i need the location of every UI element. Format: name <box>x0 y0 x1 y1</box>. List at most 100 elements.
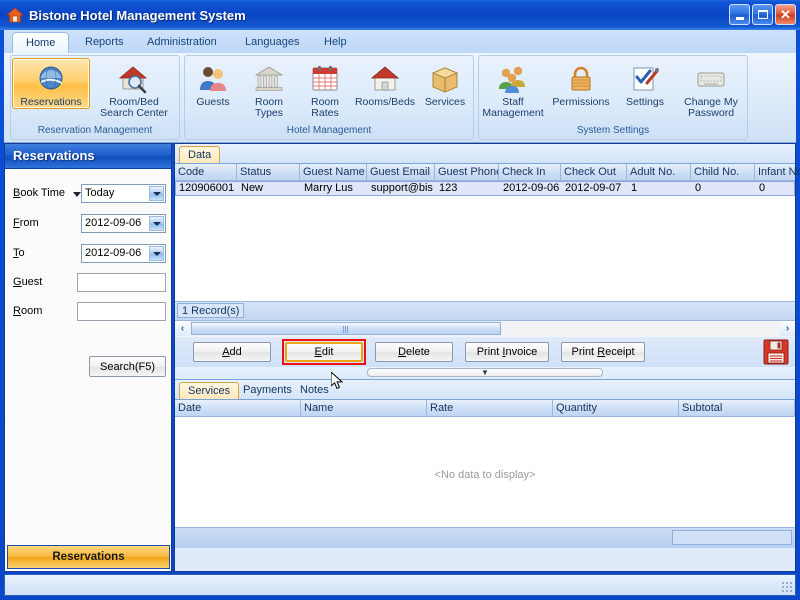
ribbon-group-system-settings: Staff Management Permissions <box>478 55 748 140</box>
ribbon-item-room-types[interactable]: Room Types <box>242 58 296 120</box>
record-count-badge: 1 Record(s) <box>177 303 244 318</box>
edit-button[interactable]: Edit <box>285 342 363 362</box>
ribbon-item-label: Room Types <box>255 97 283 119</box>
ribbon-item-label: Reservations <box>20 97 81 108</box>
table-cell[interactable]: Marry Lus <box>301 182 368 195</box>
panel-splitter[interactable]: ▼ <box>175 367 795 379</box>
resize-grip-icon[interactable] <box>781 581 793 593</box>
chevron-down-icon[interactable] <box>149 216 164 231</box>
table-cell[interactable]: 0 <box>756 182 800 195</box>
ribbon-toolbar: Reservations Room/Bed Search Center Rese… <box>4 53 796 143</box>
menu-tab-home[interactable]: Home <box>12 32 69 54</box>
ribbon-item-label: Room Rates <box>311 97 339 119</box>
table-cell[interactable]: 1 <box>628 182 692 195</box>
reservations-search-panel: Reservations Book Time Today From 2012-0… <box>4 143 172 572</box>
close-button[interactable]: ✕ <box>775 4 796 25</box>
ribbon-item-reservations[interactable]: Reservations <box>12 58 90 109</box>
floppy-save-icon[interactable] <box>763 339 789 368</box>
splitter-collapse-handle[interactable]: ▼ <box>367 368 603 377</box>
column-header[interactable]: Check Out <box>561 164 627 180</box>
details-summary-box <box>672 530 792 545</box>
table-cell[interactable]: New <box>238 182 301 195</box>
sidebar-footer-reservations[interactable]: Reservations <box>7 545 170 569</box>
no-data-message: <No data to display> <box>175 417 795 481</box>
column-header[interactable]: Date <box>175 400 301 416</box>
guests-icon <box>197 63 229 95</box>
ribbon-item-rooms-beds[interactable]: Rooms/Beds <box>354 58 416 109</box>
minimize-button[interactable] <box>729 4 750 25</box>
column-header[interactable]: Name <box>301 400 427 416</box>
print-receipt-button[interactable]: Print Receipt <box>561 342 645 362</box>
house-icon <box>369 63 401 95</box>
column-header[interactable]: Guest Phone <box>435 164 499 180</box>
ribbon-item-change-my-password[interactable]: Change My Password <box>678 58 744 120</box>
menu-tab-help[interactable]: Help <box>311 32 360 53</box>
print-invoice-button[interactable]: Print Invoice <box>465 342 549 362</box>
room-label: Room <box>13 305 42 317</box>
details-body: <No data to display> <box>175 417 795 527</box>
maximize-button[interactable] <box>752 4 773 25</box>
menu-tab-reports[interactable]: Reports <box>72 32 137 53</box>
field-book-time: Book Time Today <box>5 183 173 207</box>
panel-title: Reservations <box>5 144 171 169</box>
ribbon-item-room-rates[interactable]: Room Rates <box>298 58 352 120</box>
reservations-grid: CodeStatusGuest NameGuest EmailGuest Pho… <box>175 164 795 337</box>
ribbon-item-guests[interactable]: Guests <box>186 58 240 109</box>
add-button[interactable]: Add <box>193 342 271 362</box>
column-header[interactable]: Guest Email <box>367 164 435 180</box>
table-cell[interactable]: 0 <box>692 182 756 195</box>
column-header[interactable]: Code <box>175 164 237 180</box>
column-header[interactable]: Guest Name <box>300 164 367 180</box>
column-header[interactable]: Infant No. <box>755 164 800 180</box>
scroll-thumb[interactable] <box>191 322 501 335</box>
guest-input[interactable] <box>77 273 166 292</box>
table-cell[interactable]: support@bis <box>368 182 436 195</box>
to-date-combo[interactable]: 2012-09-06 <box>81 244 166 263</box>
column-header[interactable]: Adult No. <box>627 164 691 180</box>
add-button-label: Add <box>222 346 242 358</box>
column-header[interactable]: Child No. <box>691 164 755 180</box>
chevron-down-icon[interactable] <box>149 186 164 201</box>
ribbon-item-label: Guests <box>196 97 229 108</box>
ribbon-item-settings[interactable]: Settings <box>618 58 672 109</box>
ribbon-item-permissions[interactable]: Permissions <box>550 58 612 109</box>
column-header[interactable]: Quantity <box>553 400 679 416</box>
table-cell[interactable]: 120906001 <box>176 182 238 195</box>
chevron-down-icon[interactable] <box>149 246 164 261</box>
column-header[interactable]: Status <box>237 164 300 180</box>
grid-horizontal-scrollbar[interactable]: ‹ › <box>175 320 795 337</box>
scroll-left-icon[interactable]: ‹ <box>175 321 190 336</box>
table-cell[interactable]: 123 <box>436 182 500 195</box>
room-input[interactable] <box>77 302 166 321</box>
window-controls: ✕ <box>729 4 796 25</box>
column-header[interactable]: Subtotal <box>679 400 795 416</box>
application-window: Bistone Hotel Management System ✕ Home R… <box>0 0 800 600</box>
from-date-combo[interactable]: 2012-09-06 <box>81 214 166 233</box>
ribbon-item-label: Rooms/Beds <box>355 97 415 108</box>
tab-services[interactable]: Services <box>179 382 239 399</box>
table-cell[interactable]: 2012-09-07 <box>562 182 628 195</box>
column-header[interactable]: Rate <box>427 400 553 416</box>
delete-button[interactable]: Delete <box>375 342 453 362</box>
book-time-combo[interactable]: Today <box>81 184 166 203</box>
ribbon-item-label: Room/Bed Search Center <box>100 97 168 119</box>
field-to: To 2012-09-06 <box>5 243 173 267</box>
menu-tab-languages[interactable]: Languages <box>232 32 312 53</box>
book-time-menu-caret-icon[interactable] <box>73 192 81 197</box>
ribbon-item-staff-management[interactable]: Staff Management <box>482 58 544 120</box>
record-count-bar: 1 Record(s) <box>175 301 795 320</box>
scroll-right-icon[interactable]: › <box>780 321 795 336</box>
ribbon-item-services[interactable]: Services <box>418 58 472 109</box>
search-button[interactable]: Search(F5) <box>89 356 166 377</box>
main-content-area: Data CodeStatusGuest NameGuest EmailGues… <box>174 143 796 572</box>
tab-notes[interactable]: Notes <box>292 382 337 399</box>
edit-button-label: Edit <box>315 346 334 358</box>
ribbon-item-room-bed-search-center[interactable]: Room/Bed Search Center <box>90 58 178 120</box>
table-cell[interactable]: 2012-09-06 <box>500 182 562 195</box>
ribbon-group-hotel-management: Guests Room Types <box>184 55 474 140</box>
column-header[interactable]: Check In <box>499 164 561 180</box>
tab-payments[interactable]: Payments <box>235 382 300 399</box>
menu-tab-administration[interactable]: Administration <box>134 32 230 53</box>
table-row[interactable]: 120906001NewMarry Lussupport@bis1232012-… <box>175 181 795 196</box>
tab-data[interactable]: Data <box>179 146 220 163</box>
